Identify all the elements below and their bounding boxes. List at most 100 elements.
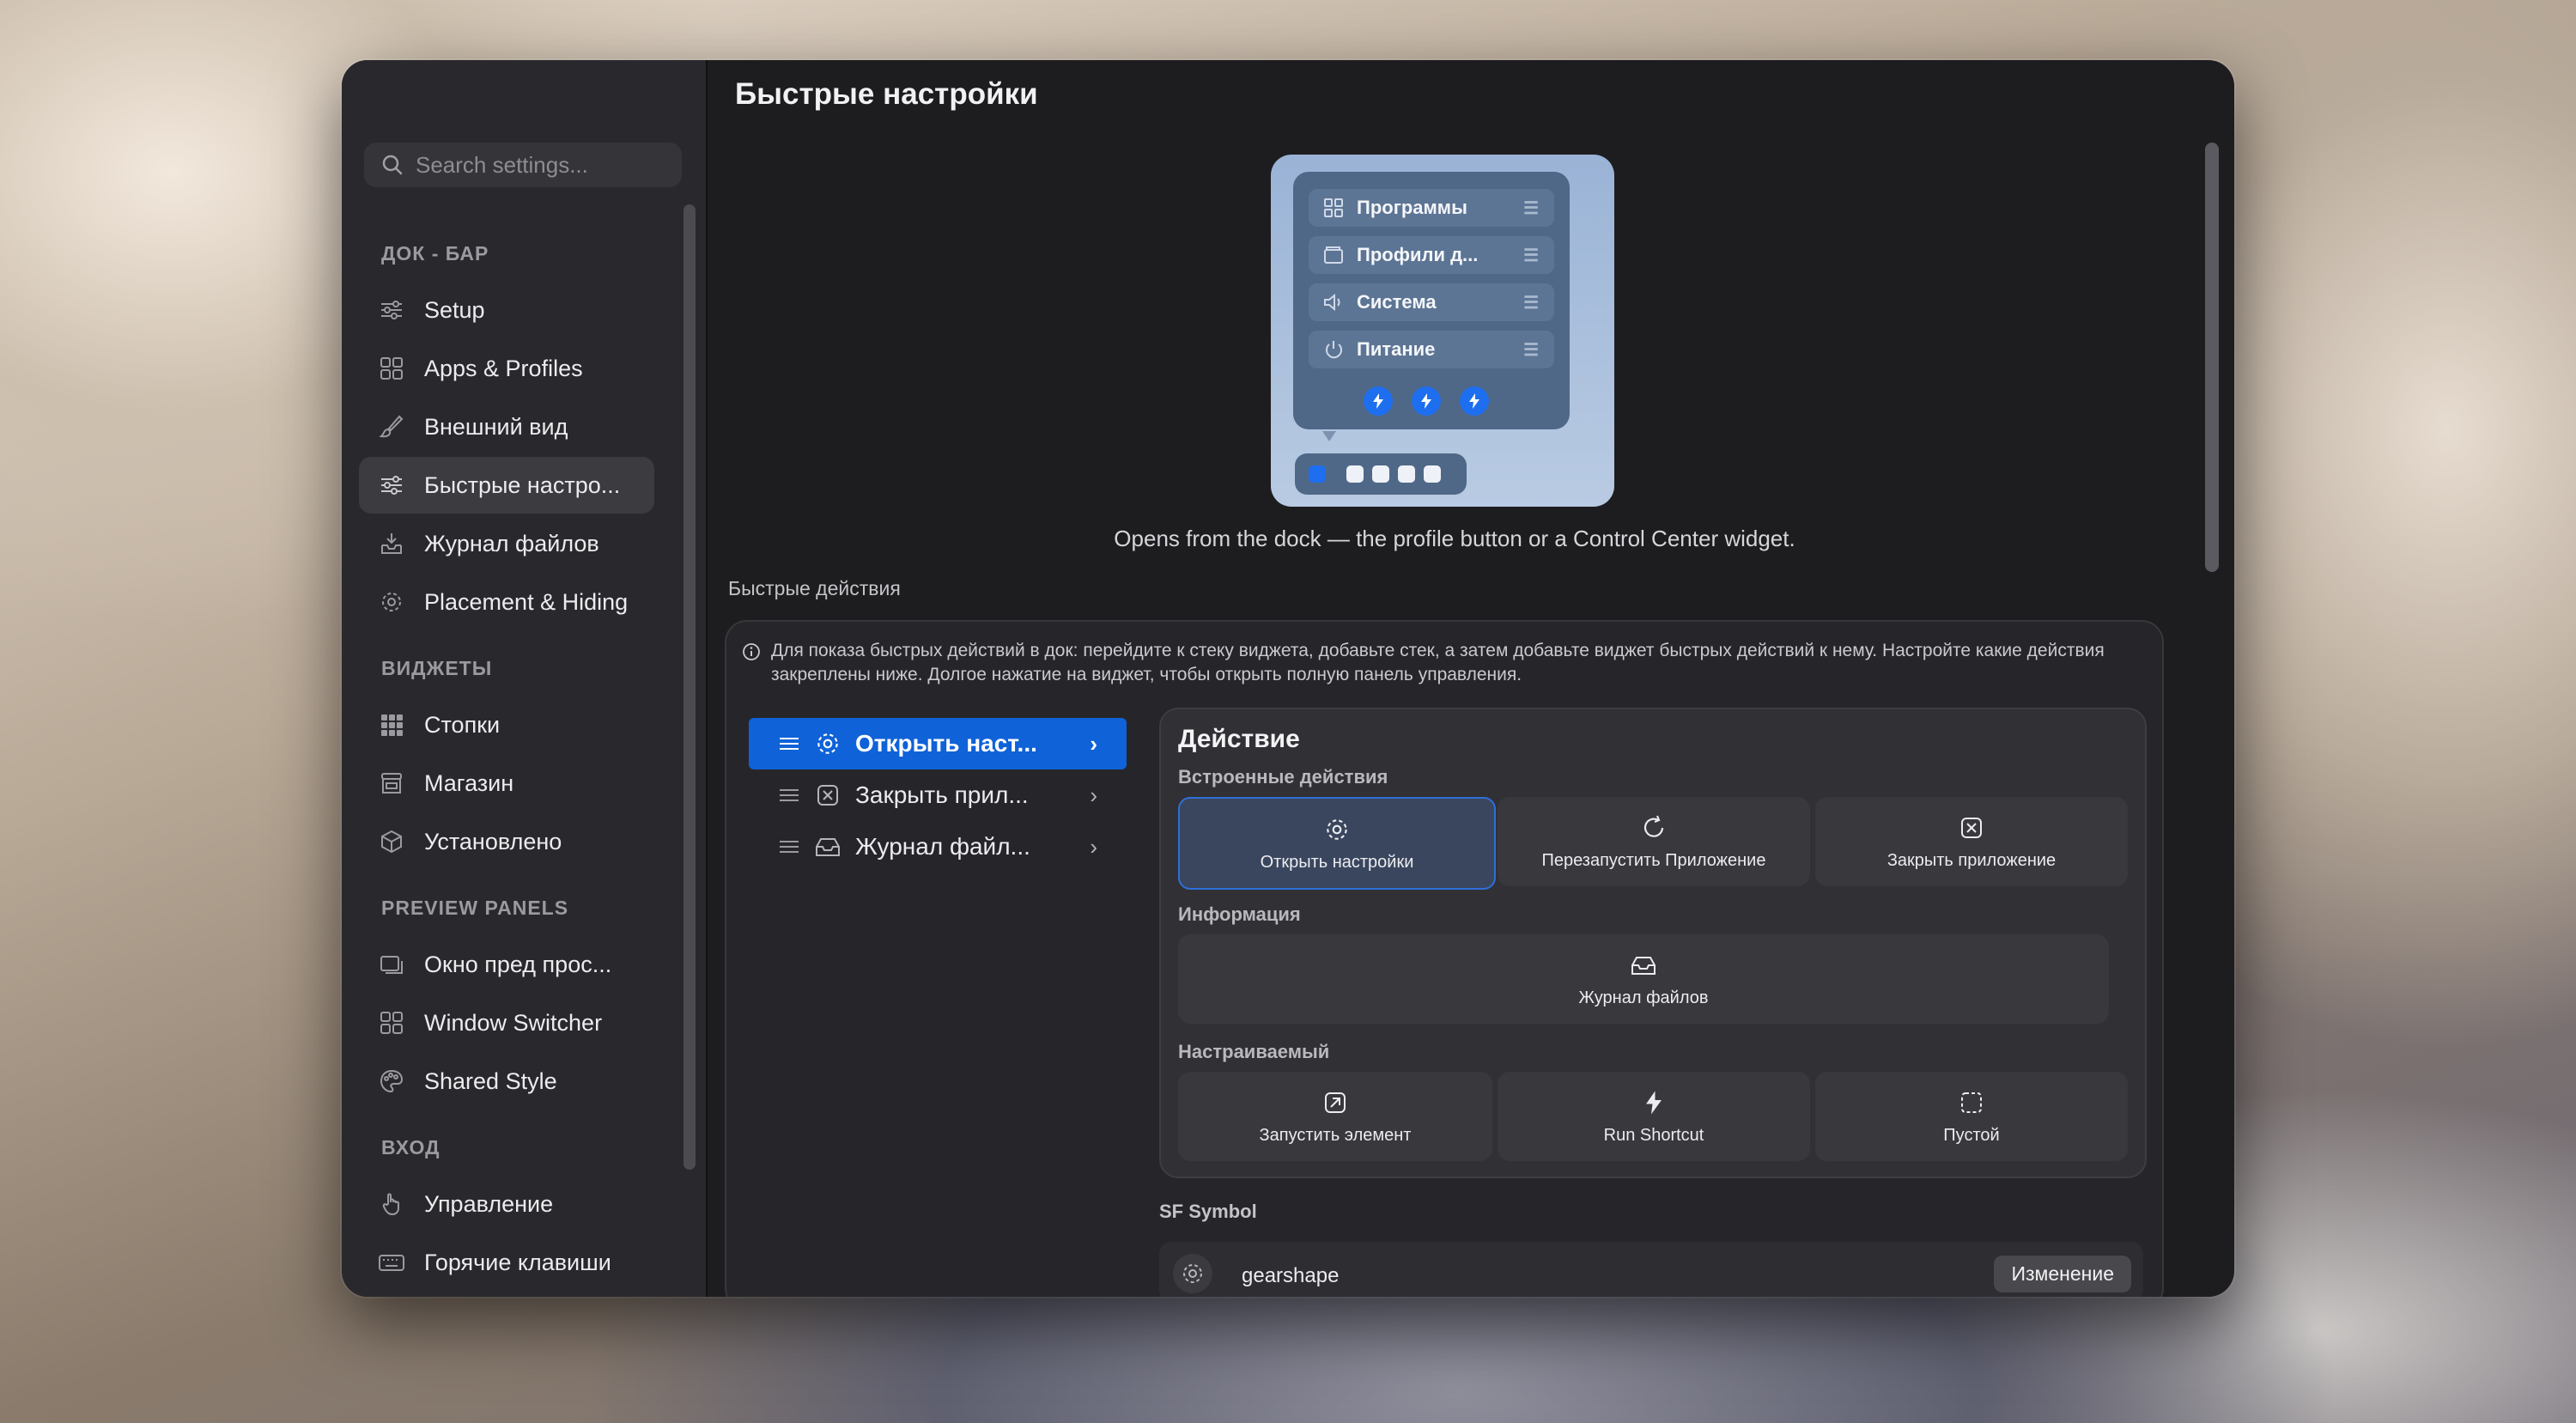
- preview-caret: [1322, 431, 1336, 441]
- sidebar-item-label: Setup: [424, 296, 485, 323]
- search-placeholder: Search settings...: [416, 151, 588, 178]
- sidebar-item-label: Горячие клавиши: [424, 1249, 611, 1275]
- search-field[interactable]: Search settings...: [364, 143, 682, 187]
- action-list-item[interactable]: Открыть наст... ›: [749, 718, 1127, 769]
- speaker-icon: [1324, 293, 1340, 312]
- action-list-item[interactable]: Закрыть прил... ›: [749, 769, 1127, 821]
- preview-row-label: Питание: [1357, 338, 1436, 360]
- preview-row-label: Программы: [1357, 197, 1467, 218]
- sf-symbol-name: gearshape: [1242, 1264, 1340, 1287]
- windows-icon: [376, 949, 407, 980]
- close-app-button[interactable]: Закрыть приложение: [1815, 797, 2128, 886]
- sidebar-section-dock: ДОК - БАР: [381, 242, 489, 265]
- bolt-icon: [1364, 386, 1393, 416]
- sidebar-item-preview-window[interactable]: Окно пред прос...: [359, 936, 654, 993]
- sidebar-item-label: Apps & Profiles: [424, 355, 583, 381]
- chevron-right-icon: ›: [1090, 781, 1097, 808]
- sidebar-item-hotkeys[interactable]: Горячие клавиши: [359, 1234, 654, 1291]
- info-note: Для показа быстрых действий в док: перей…: [742, 639, 2133, 687]
- search-icon: [382, 155, 403, 175]
- gear-icon: [1173, 1254, 1212, 1293]
- sidebar-item-label: Установлено: [424, 828, 562, 854]
- sidebar-item-label: Окно пред прос...: [424, 951, 612, 977]
- folder-icon: [1324, 246, 1343, 264]
- grid-icon: [376, 353, 407, 384]
- sidebar-item-shared-style[interactable]: Shared Style: [359, 1053, 654, 1110]
- sidebar-item-placement-hiding[interactable]: Placement & Hiding: [359, 574, 654, 630]
- drag-handle-icon: ☰: [1523, 198, 1539, 218]
- main-scrollbar[interactable]: [2205, 143, 2219, 572]
- sidebar-scrollbar[interactable]: [683, 204, 696, 1170]
- sidebar-item-quick-settings[interactable]: Быстрые настро...: [359, 457, 654, 514]
- button-label: Открыть настройки: [1260, 852, 1414, 872]
- grid-icon: [376, 1007, 407, 1038]
- launch-item-button[interactable]: Запустить элемент: [1178, 1072, 1492, 1161]
- hand-pointer-icon: [376, 1189, 407, 1219]
- xmark-square-icon: [812, 780, 843, 811]
- sidebar-item-label: Управление: [424, 1190, 554, 1217]
- grid-filled-icon: [376, 709, 407, 740]
- button-label: Журнал файлов: [1578, 988, 1709, 1007]
- open-settings-button[interactable]: Открыть настройки: [1178, 797, 1496, 890]
- action-list-item[interactable]: Журнал файл... ›: [749, 821, 1127, 873]
- drag-handle-icon[interactable]: [778, 730, 800, 757]
- chevron-right-icon: ›: [1090, 833, 1097, 860]
- action-list-label: Закрыть прил...: [855, 781, 1029, 808]
- sidebar-item-file-log[interactable]: Журнал файлов: [359, 515, 654, 572]
- preview-dock: [1295, 453, 1467, 495]
- sidebar-item-label: Стопки: [424, 711, 501, 738]
- drag-handle-icon[interactable]: [778, 781, 800, 809]
- sidebar-item-window-switcher[interactable]: Window Switcher: [359, 994, 654, 1051]
- main-content: Быстрые настройки Программы ☰ Профили д.…: [708, 60, 2234, 1297]
- drag-handle-icon: ☰: [1523, 340, 1539, 360]
- restart-app-button[interactable]: Перезапустить Приложение: [1498, 797, 1810, 886]
- quick-actions-section-label: Быстрые действия: [728, 577, 901, 599]
- file-log-button[interactable]: Журнал файлов: [1178, 934, 2109, 1024]
- sidebar-item-store[interactable]: Магазин: [359, 755, 654, 812]
- action-title: Действие: [1178, 725, 1300, 753]
- sidebar-item-apps-profiles[interactable]: Apps & Profiles: [359, 340, 654, 397]
- dock-app-icon: [1346, 465, 1364, 483]
- drag-handle-icon[interactable]: [778, 833, 800, 860]
- sidebar-item-control[interactable]: Управление: [359, 1176, 654, 1232]
- page-title: Быстрые настройки: [735, 77, 1038, 111]
- quick-settings-preview: Программы ☰ Профили д... ☰ Система ☰ Пит…: [1271, 155, 1614, 507]
- run-shortcut-button[interactable]: Run Shortcut: [1498, 1072, 1810, 1161]
- sidebar-item-label: Window Switcher: [424, 1009, 603, 1036]
- group-title-builtin: Встроенные действия: [1178, 766, 1388, 788]
- dock-app-icon: [1424, 465, 1441, 483]
- tray-icon: [812, 831, 843, 862]
- quick-actions-panel: Для показа быстрых действий в док: перей…: [725, 620, 2164, 1297]
- preview-panel: Программы ☰ Профили д... ☰ Система ☰ Пит…: [1293, 172, 1570, 429]
- sidebar: Search settings... ДОК - БАР Setup Apps …: [342, 60, 708, 1297]
- sidebar-section-widgets: ВИДЖЕТЫ: [381, 657, 493, 679]
- xmark-square-icon: [1957, 813, 1986, 842]
- action-list-label: Журнал файл...: [855, 833, 1030, 860]
- sidebar-item-setup[interactable]: Setup: [359, 282, 654, 338]
- change-symbol-button[interactable]: Изменение: [1994, 1256, 2131, 1292]
- sidebar-item-label: Магазин: [424, 769, 514, 796]
- keyboard-icon: [376, 1247, 407, 1278]
- cube-icon: [376, 826, 407, 857]
- sidebar-item-appearance[interactable]: Внешний вид: [359, 398, 654, 455]
- sidebar-item-stacks[interactable]: Стопки: [359, 696, 654, 753]
- palette-icon: [376, 1066, 407, 1097]
- preview-row-label: Профили д...: [1357, 244, 1479, 265]
- paintbrush-icon: [376, 411, 407, 442]
- sidebar-item-label: Журнал файлов: [424, 530, 599, 556]
- empty-button[interactable]: Пустой: [1815, 1072, 2128, 1161]
- preview-row: Питание ☰: [1309, 331, 1554, 368]
- gear-icon: [812, 728, 843, 759]
- preview-caption: Opens from the dock — the profile button…: [1114, 526, 1795, 551]
- bolt-icon: [1460, 386, 1489, 416]
- sidebar-item-installed[interactable]: Установлено: [359, 813, 654, 870]
- preview-row-label: Система: [1357, 291, 1437, 313]
- profile-button-icon: [1309, 465, 1326, 483]
- grid-icon: [1324, 198, 1343, 217]
- sidebar-section-preview-panels: PREVIEW PANELS: [381, 897, 569, 919]
- dock-app-icon: [1372, 465, 1389, 483]
- arrow-up-right-square-icon: [1321, 1088, 1350, 1117]
- sidebar-item-label: Shared Style: [424, 1067, 557, 1094]
- sidebar-section-input: ВХОД: [381, 1136, 440, 1158]
- button-label: Run Shortcut: [1603, 1125, 1704, 1145]
